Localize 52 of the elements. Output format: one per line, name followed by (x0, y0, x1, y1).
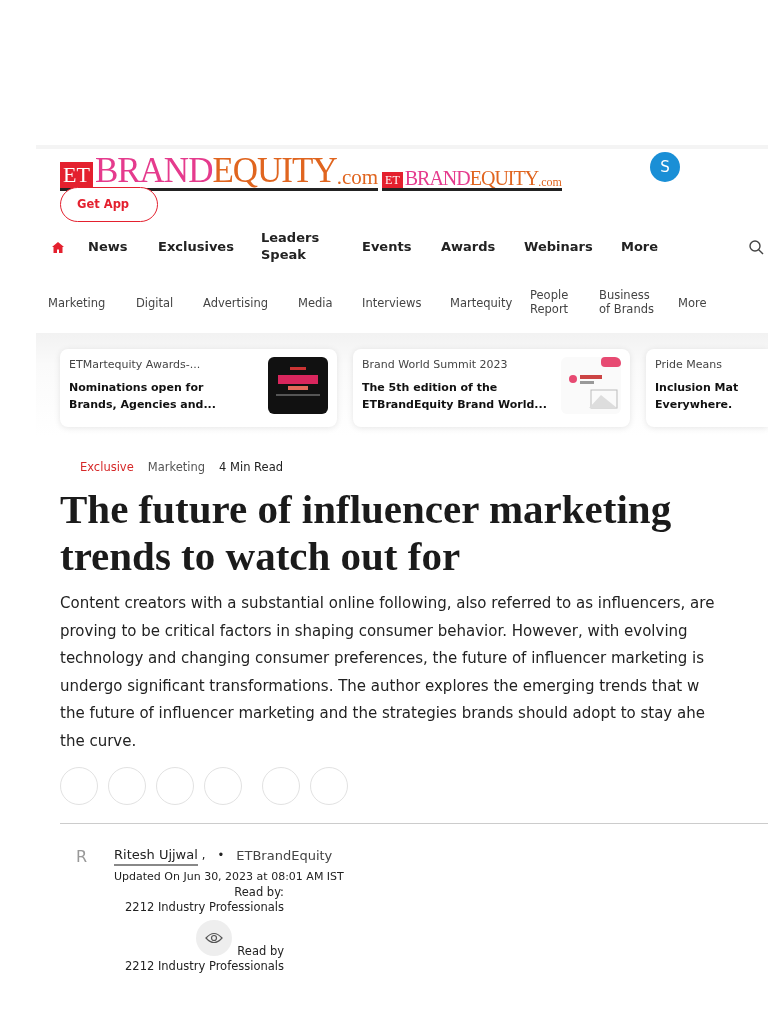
get-app-button[interactable]: Get App (60, 187, 158, 222)
category-tag[interactable]: Marketing (147, 459, 206, 477)
card-category: Brand World Summit 2023 (362, 357, 509, 373)
nav-link[interactable]: News (88, 238, 128, 256)
share-button[interactable] (108, 767, 146, 806)
subnav-link[interactable]: Marketing (48, 297, 106, 312)
share-button[interactable] (262, 767, 300, 806)
read-by-label: Read by (236, 943, 284, 960)
reader-count: 2212 Industry Professionals (124, 959, 284, 975)
author-link[interactable]: Ritesh Ujjwal (114, 846, 198, 866)
bullet: • (217, 848, 225, 864)
reader-count: 2212 Industry Professionals (124, 900, 284, 916)
subnav-link[interactable]: Media (298, 297, 333, 312)
card-category: Pride Means (655, 357, 723, 373)
nav-link[interactable]: Awards (441, 238, 496, 256)
share-button[interactable] (60, 767, 98, 806)
author-initial: R (76, 846, 89, 869)
subnav-link[interactable]: Interviews (362, 297, 422, 312)
article-summary: Content creators with a substantial online following, also referred to as influencers, are proving to be critical factors in shaping consumer behavior. However, with evolving technology and changing consumer preferences, the future of influencer marketing is undergo significant transformations. The author explores the emerging trends that w the future of influencer marketing and the strategies brands should adopt to stay ahe the curve. (59, 593, 716, 752)
nav-link[interactable]: Leaders Speak (261, 230, 331, 264)
subnav-link[interactable]: People Report (530, 289, 585, 318)
source-name: ETBrandEquity (236, 847, 333, 865)
user-avatar[interactable]: S (650, 152, 680, 182)
nav-link[interactable]: More (621, 238, 659, 256)
subnav-link[interactable]: Martequity (450, 297, 513, 312)
eye-icon (196, 919, 232, 956)
home-icon[interactable] (52, 241, 64, 253)
separator: , (201, 848, 206, 864)
subnav-link[interactable]: Digital (136, 297, 174, 312)
card-title: Nominations open for Brands, Agencies and... (69, 379, 217, 413)
share-button[interactable] (310, 767, 348, 806)
nav-link[interactable]: Events (362, 238, 412, 256)
card-title: The 5th edition of the ETBrandEquity Brand World... (362, 379, 548, 413)
nav-link[interactable]: Webinars (524, 238, 593, 256)
read-time: 4 Min Read (219, 459, 283, 476)
updated-date: Updated On Jun 30, 2023 at 08:01 AM IST (114, 869, 344, 885)
site-logo[interactable]: ET BRANDEQUITY.com (382, 168, 562, 191)
nav-link[interactable]: Exclusives (158, 238, 234, 256)
news-card[interactable]: Pride Means Inclusion Mat Everywhere. (646, 349, 768, 427)
share-button[interactable] (204, 767, 242, 806)
subnav-link[interactable]: More (678, 297, 707, 312)
card-category: ETMartequity Awards-... (69, 357, 202, 373)
category-tag[interactable]: Exclusive (80, 459, 134, 477)
subnav-link[interactable]: Advertising (203, 297, 269, 312)
card-title: Inclusion Mat Everywhere. (655, 379, 740, 413)
share-button[interactable] (156, 767, 194, 806)
news-card[interactable]: ETMartequity Awards-... Nominations open for Brands, Agencies and... (60, 349, 337, 427)
news-card[interactable]: Brand World Summit 2023 The 5th edition of the ETBrandEquity Brand World... (353, 349, 630, 427)
search-icon[interactable] (749, 239, 764, 255)
subnav-link[interactable]: Business of Brands (599, 289, 659, 318)
read-by-label: Read by: (233, 884, 284, 901)
article-headline: The future of influencer marketing trends to watch out for (59, 485, 673, 581)
